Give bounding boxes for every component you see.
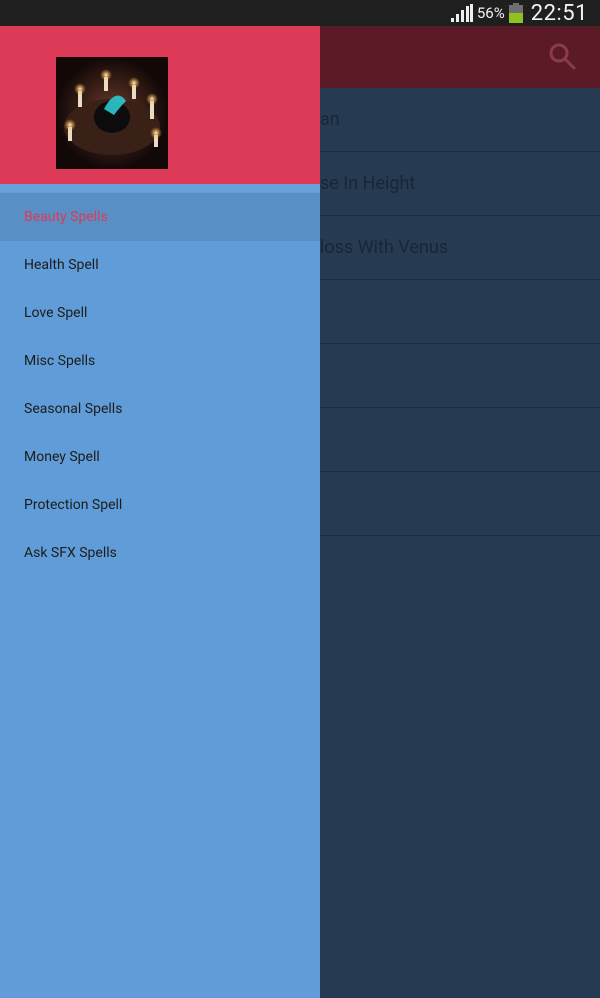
drawer-header xyxy=(0,26,320,184)
menu-item-label: Misc Spells xyxy=(24,353,96,369)
menu-item-label: Money Spell xyxy=(24,449,100,465)
status-bar: 56% 22:51 xyxy=(0,0,600,26)
menu-item-label: Beauty Spells xyxy=(24,209,108,225)
drawer-divider xyxy=(0,184,320,192)
menu-item-beauty-spells[interactable]: Beauty Spells xyxy=(0,193,320,241)
signal-icon xyxy=(450,4,473,22)
drawer-menu: Beauty Spells Health Spell Love Spell Mi… xyxy=(0,193,320,577)
menu-item-love-spell[interactable]: Love Spell xyxy=(0,289,320,337)
menu-item-label: Protection Spell xyxy=(24,497,123,513)
menu-item-protection-spell[interactable]: Protection Spell xyxy=(0,481,320,529)
menu-item-label: Ask SFX Spells xyxy=(24,545,117,561)
menu-item-label: Seasonal Spells xyxy=(24,401,123,417)
battery-percent: 56% xyxy=(476,4,505,22)
candles-cauldron-image xyxy=(56,57,168,169)
menu-item-seasonal-spells[interactable]: Seasonal Spells xyxy=(0,385,320,433)
menu-item-label: Health Spell xyxy=(24,257,99,273)
header-image xyxy=(56,57,168,169)
clock: 22:51 xyxy=(530,0,588,26)
menu-item-money-spell[interactable]: Money Spell xyxy=(0,433,320,481)
battery-icon xyxy=(508,3,523,23)
menu-item-misc-spells[interactable]: Misc Spells xyxy=(0,337,320,385)
menu-item-ask-sfx-spells[interactable]: Ask SFX Spells xyxy=(0,529,320,577)
menu-item-health-spell[interactable]: Health Spell xyxy=(0,241,320,289)
navigation-drawer: Beauty Spells Health Spell Love Spell Mi… xyxy=(0,26,320,998)
menu-item-label: Love Spell xyxy=(24,305,88,321)
search-icon[interactable] xyxy=(548,42,576,70)
